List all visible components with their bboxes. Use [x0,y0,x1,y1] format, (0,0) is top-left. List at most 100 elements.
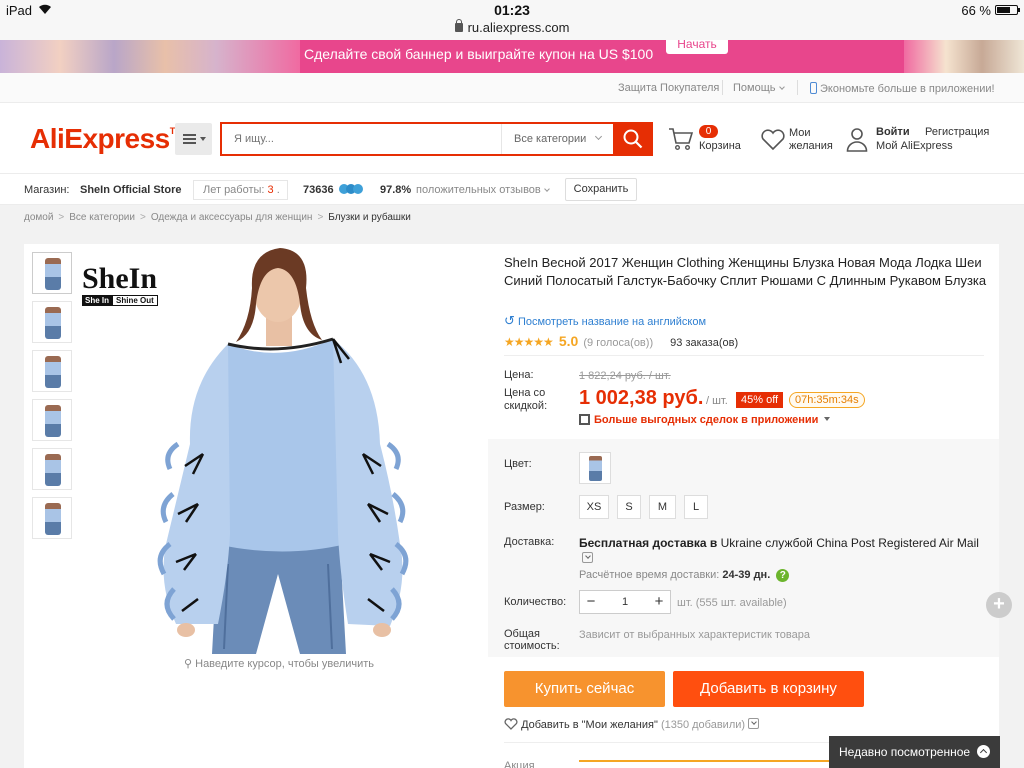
cart-icon [669,128,694,151]
url-text: ru.aliexpress.com [467,20,570,35]
years-label: Лет работы: [203,184,265,196]
account-menu[interactable]: Войти Регистрация Мой AliExpress [846,125,1006,157]
chevron-down-icon [543,186,550,192]
translate-title-link[interactable]: ↺ Посмотреть название на английском [504,313,706,329]
positive-feedback-dropdown[interactable]: положительных отзывов [416,184,550,196]
save-store-button[interactable]: Сохранить [565,178,637,201]
shein-brand-logo: SheIn She In Shine Out [82,264,158,306]
translate-icon: ↺ [504,313,515,328]
app-link[interactable]: Экономьте больше в приложении! [810,82,995,95]
store-score[interactable]: 73636 [303,184,334,196]
size-option-l[interactable]: L [684,495,708,519]
rating-score: 5.0 [558,333,579,349]
breadcrumb: домой > Все категории > Одежда и аксессуары … [24,212,411,223]
help-link[interactable]: Помощь [733,82,785,94]
thumbnail[interactable] [32,399,72,441]
delivery-dropdown-icon[interactable] [582,552,593,563]
search-category-label: Все категории [514,133,587,145]
banner-photos-left [0,40,300,73]
recently-viewed-toggle[interactable]: Недавно посмотренное [829,736,1000,768]
register-link[interactable]: Регистрация [925,126,989,138]
quantity-decrease-button[interactable]: − [580,591,602,613]
size-option-xs[interactable]: XS [579,495,609,519]
phone-icon [810,82,817,94]
buyer-protection-link[interactable]: Защита Покупателя [618,82,719,94]
size-option-s[interactable]: S [617,495,641,519]
recently-viewed-label: Недавно посмотренное [839,745,971,759]
login-link[interactable]: Войти [876,126,910,138]
app-deals-dropdown[interactable]: Больше выгодных сделок в приложении [579,414,831,426]
breadcrumb-women-clothing[interactable]: Одежда и аксессуары для женщин [151,212,313,223]
total-label: Общая стоимость: [504,628,560,652]
years-value: 3 [267,184,274,196]
breadcrumb-blouses[interactable]: Блузки и рубашки [328,212,411,223]
breadcrumb-all-categories[interactable]: Все категории [69,212,135,223]
zoom-hint-text: Наведите курсор, чтобы увеличить [195,658,375,670]
brand-tag-b: Shine Out [112,295,158,306]
positive-label: положительных отзывов [416,184,541,196]
quantity-value[interactable]: 1 [602,596,648,608]
thumbnail[interactable] [32,448,72,490]
rating-votes[interactable]: (9 голоса(ов)) [583,337,653,349]
clock: 01:23 [494,2,530,18]
wish-dropdown-icon[interactable] [748,718,760,729]
search-input[interactable] [222,124,501,154]
chevron-down-icon [594,132,603,141]
search-category-select[interactable]: Все категории [501,124,613,154]
breadcrumb-home[interactable]: домой [24,212,53,223]
price-unit: / шт. [706,395,728,407]
store-name-link[interactable]: SheIn Official Store [80,184,181,196]
thumbnail[interactable] [32,350,72,392]
product-title: SheIn Весной 2017 Женщин Clothing Женщин… [504,255,987,288]
cart-label: Корзина [699,140,741,152]
quantity-increase-button[interactable]: + [648,591,670,613]
floating-plus-button[interactable]: + [986,592,1012,618]
add-wish-label: Добавить в "Мои желания" [521,719,658,731]
address-bar[interactable]: ru.aliexpress.com [0,19,1024,35]
available-stock: шт. (555 шт. available) [677,597,787,609]
thumbnail[interactable] [32,301,72,343]
search-button[interactable] [613,122,653,156]
translate-label: Посмотреть название на английском [517,316,707,328]
my-aliexpress-link[interactable]: Мой AliExpress [876,140,953,152]
total-note: Зависит от выбранных характеристик товар… [579,629,810,641]
positive-percent: 97.8% [380,184,412,196]
divider [797,80,798,95]
wishlist-link[interactable]: Мои желания [760,125,840,157]
quantity-label: Количество: [504,596,567,608]
magnifier-icon: ⚲ [184,658,193,670]
aliexpress-logo[interactable]: AliExpressTM [30,123,182,155]
store-info-bar: Магазин: SheIn Official Store Лет работы… [0,173,1024,205]
brand-word: SheIn [82,262,158,295]
price-label: Цена: [504,369,534,381]
chevron-down-icon [200,137,206,141]
thumbnail[interactable] [32,252,72,294]
banner-start-button[interactable]: Начать [666,40,728,54]
chevron-down-icon [778,84,785,90]
app-link-label: Экономьте больше в приложении! [820,83,995,95]
size-option-m[interactable]: M [649,495,676,519]
store-label: Магазин: [24,184,70,196]
delivery-method[interactable]: Ukraine службой China Post Registered Ai… [721,536,979,550]
user-icon [846,128,868,152]
delivery-label: Доставка: [504,536,555,548]
color-label: Цвет: [504,458,532,470]
delivery-free: Бесплатная доставка в [579,536,718,550]
help-icon[interactable]: ? [776,569,790,582]
add-to-wishlist[interactable]: Добавить в "Мои желания" (1350 добавили) [504,718,760,731]
app-deals-label: Больше выгодных сделок в приложении [594,414,819,426]
categories-menu-button[interactable] [175,123,212,155]
site-header: AliExpressTM Все категории 0 Корзина Мои… [0,103,1024,173]
rating-stars-icon: ★★★★★ [504,335,554,349]
product-panel: SheIn She In Shine Out ⚲ Наведите курсор,… [24,244,999,768]
buy-now-button[interactable]: Купить сейчас [504,671,665,707]
add-to-cart-button[interactable]: Добавить в корзину [673,671,864,707]
cart-count-badge: 0 [699,125,718,138]
discount-price-label: Цена со скидкой: [504,387,548,412]
wishlist-label: Мои желания [789,127,833,152]
color-swatch[interactable] [579,452,611,484]
promo-banner[interactable]: Сделайте свой баннер и выиграйте купон н… [0,40,1024,73]
store-years: Лет работы: 3 . [193,180,288,200]
cart-link[interactable]: 0 Корзина [668,125,748,157]
thumbnail[interactable] [32,497,72,539]
